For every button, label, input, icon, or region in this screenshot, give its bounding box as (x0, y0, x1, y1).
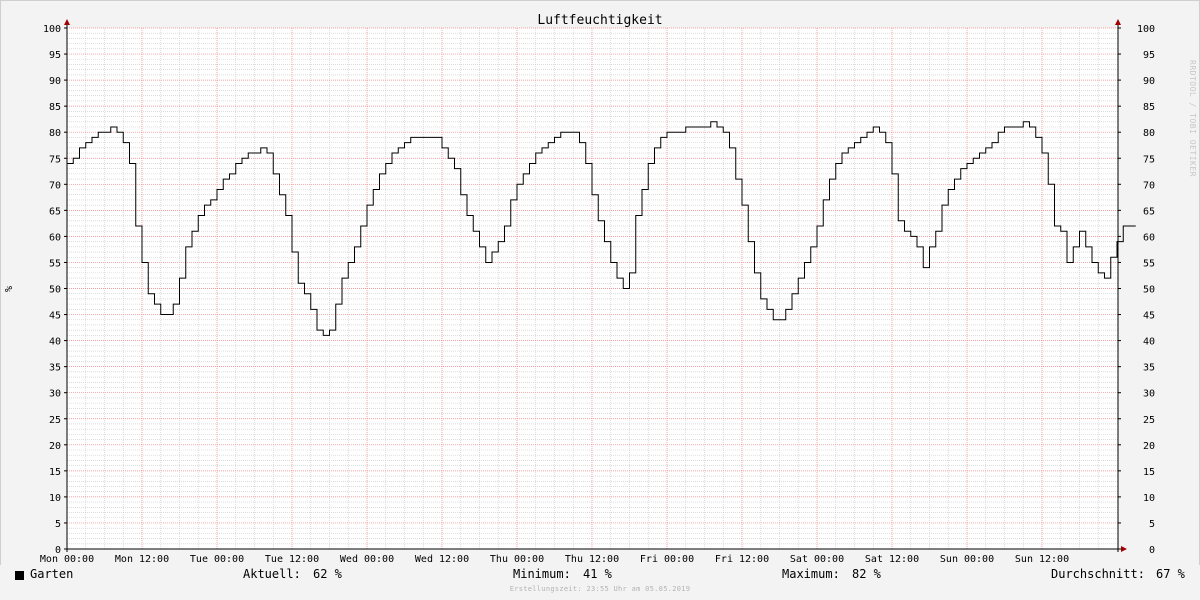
y-tick-label: 5 (1149, 519, 1155, 530)
x-tick-label: Tue 00:00 (190, 554, 244, 565)
chart-title: Luftfeuchtigkeit (537, 13, 662, 28)
legend-durchschnitt-label: Durchschnitt: (1051, 567, 1145, 581)
y-tick-label: 70 (49, 180, 61, 191)
x-tick-label: Fri 00:00 (640, 554, 694, 565)
x-tick-label: Thu 00:00 (490, 554, 544, 565)
y-tick-label: 65 (49, 206, 61, 217)
y-tick-label: 55 (49, 258, 61, 269)
y-tick-label: 80 (1143, 128, 1155, 139)
y-tick-label: 20 (1143, 441, 1155, 452)
y-tick-label: 25 (1143, 415, 1155, 426)
legend-minimum-value: 41 % (583, 567, 612, 581)
x-tick-label: Tue 12:00 (265, 554, 319, 565)
y-tick-label: 75 (49, 154, 61, 165)
y-tick-label: 10 (49, 493, 61, 504)
y-tick-label: 15 (1143, 467, 1155, 478)
y-tick-label: 80 (49, 128, 61, 139)
y-tick-labels-left: 0510152025303540455055606570758085909510… (43, 24, 61, 556)
legend-minimum-label: Minimum: (513, 567, 571, 581)
y-tick-label: 95 (1143, 50, 1155, 61)
x-tick-label: Thu 12:00 (565, 554, 619, 565)
plot-background (67, 28, 1118, 549)
x-tick-label: Sat 12:00 (865, 554, 919, 565)
legend-maximum-label: Maximum: (782, 567, 840, 581)
y-tick-label: 45 (49, 311, 61, 322)
y-tick-label: 85 (49, 102, 61, 113)
y-tick-label: 15 (49, 467, 61, 478)
graph-frame: 0 5 10 15 20 25 30 35 40 45 50 55 60 65 70 75 80 85 90 95 10… (0, 0, 1200, 600)
legend-swatch (15, 569, 24, 583)
x-tick-label: Sun 12:00 (1015, 554, 1069, 565)
watermark: RRDTOOL / TOBI OETIKER (1188, 60, 1197, 177)
y-tick-label: 60 (1143, 232, 1155, 243)
y-tick-label: 55 (1143, 258, 1155, 269)
x-axis-arrow (1121, 546, 1127, 552)
legend-series-name: Garten (30, 567, 74, 581)
humidity-chart: 0 5 10 15 20 25 30 35 40 45 50 55 60 65 70 75 80 85 90 95 10… (0, 0, 1200, 600)
y-tick-label: 65 (1143, 206, 1155, 217)
y-axis-label-left: % (4, 286, 15, 292)
y-tick-label: 25 (49, 415, 61, 426)
legend-durchschnitt-value: 67 % (1156, 567, 1185, 581)
y-tick-label: 10 (1143, 493, 1155, 504)
y-tick-label: 40 (49, 337, 61, 348)
y-tick-label: 75 (1143, 154, 1155, 165)
y-tick-label: 85 (1143, 102, 1155, 113)
y-tick-label: 30 (49, 389, 61, 400)
y-tick-label: 50 (49, 285, 61, 296)
y-tick-label: 90 (1143, 76, 1155, 87)
x-tick-label: Mon 12:00 (115, 554, 169, 565)
legend-aktuell-value: 62 % (313, 567, 342, 581)
y-tick-label: 95 (49, 50, 61, 61)
y-tick-label: 100 (1137, 24, 1155, 35)
x-tick-label: Mon 00:00 (40, 554, 94, 565)
y-axis-arrow-left (64, 19, 70, 25)
legend-aktuell-label: Aktuell: (243, 567, 301, 581)
x-tick-label: Wed 12:00 (415, 554, 469, 565)
y-tick-label: 50 (1143, 285, 1155, 296)
y-tick-label: 70 (1143, 180, 1155, 191)
y-axis-arrow-right (1115, 19, 1121, 25)
y-tick-label: 0 (1149, 545, 1155, 556)
x-tick-label: Sun 00:00 (940, 554, 994, 565)
creation-time-footer: Erstellungszeit: 23:55 Uhr am 05.05.2019 (509, 585, 691, 593)
y-tick-label: 45 (1143, 311, 1155, 322)
y-tick-label: 60 (49, 232, 61, 243)
y-tick-label: 40 (1143, 337, 1155, 348)
y-tick-label: 100 (43, 24, 61, 35)
y-tick-label: 20 (49, 441, 61, 452)
x-tick-label: Wed 00:00 (340, 554, 394, 565)
legend-maximum-value: 82 % (852, 567, 881, 581)
y-tick-label: 35 (1143, 363, 1155, 374)
x-tick-label: Fri 12:00 (715, 554, 769, 565)
y-tick-label: 90 (49, 76, 61, 87)
x-tick-label: Sat 00:00 (790, 554, 844, 565)
y-tick-label: 30 (1143, 389, 1155, 400)
legend-row: Garten Aktuell: 62 % Minimum: 41 % Maxim… (0, 567, 1200, 585)
y-tick-labels-right: 0 5 10 15 20 25 30 35 40 45 50 55 60 65 70 75 80 85 90 95 10… (1137, 24, 1155, 556)
y-tick-label: 5 (55, 519, 61, 530)
x-tick-labels: Mon 00:00 Mon 12:00 Tue 00:00 Tue 12:00 Wed … (40, 554, 1069, 565)
y-tick-label: 35 (49, 363, 61, 374)
